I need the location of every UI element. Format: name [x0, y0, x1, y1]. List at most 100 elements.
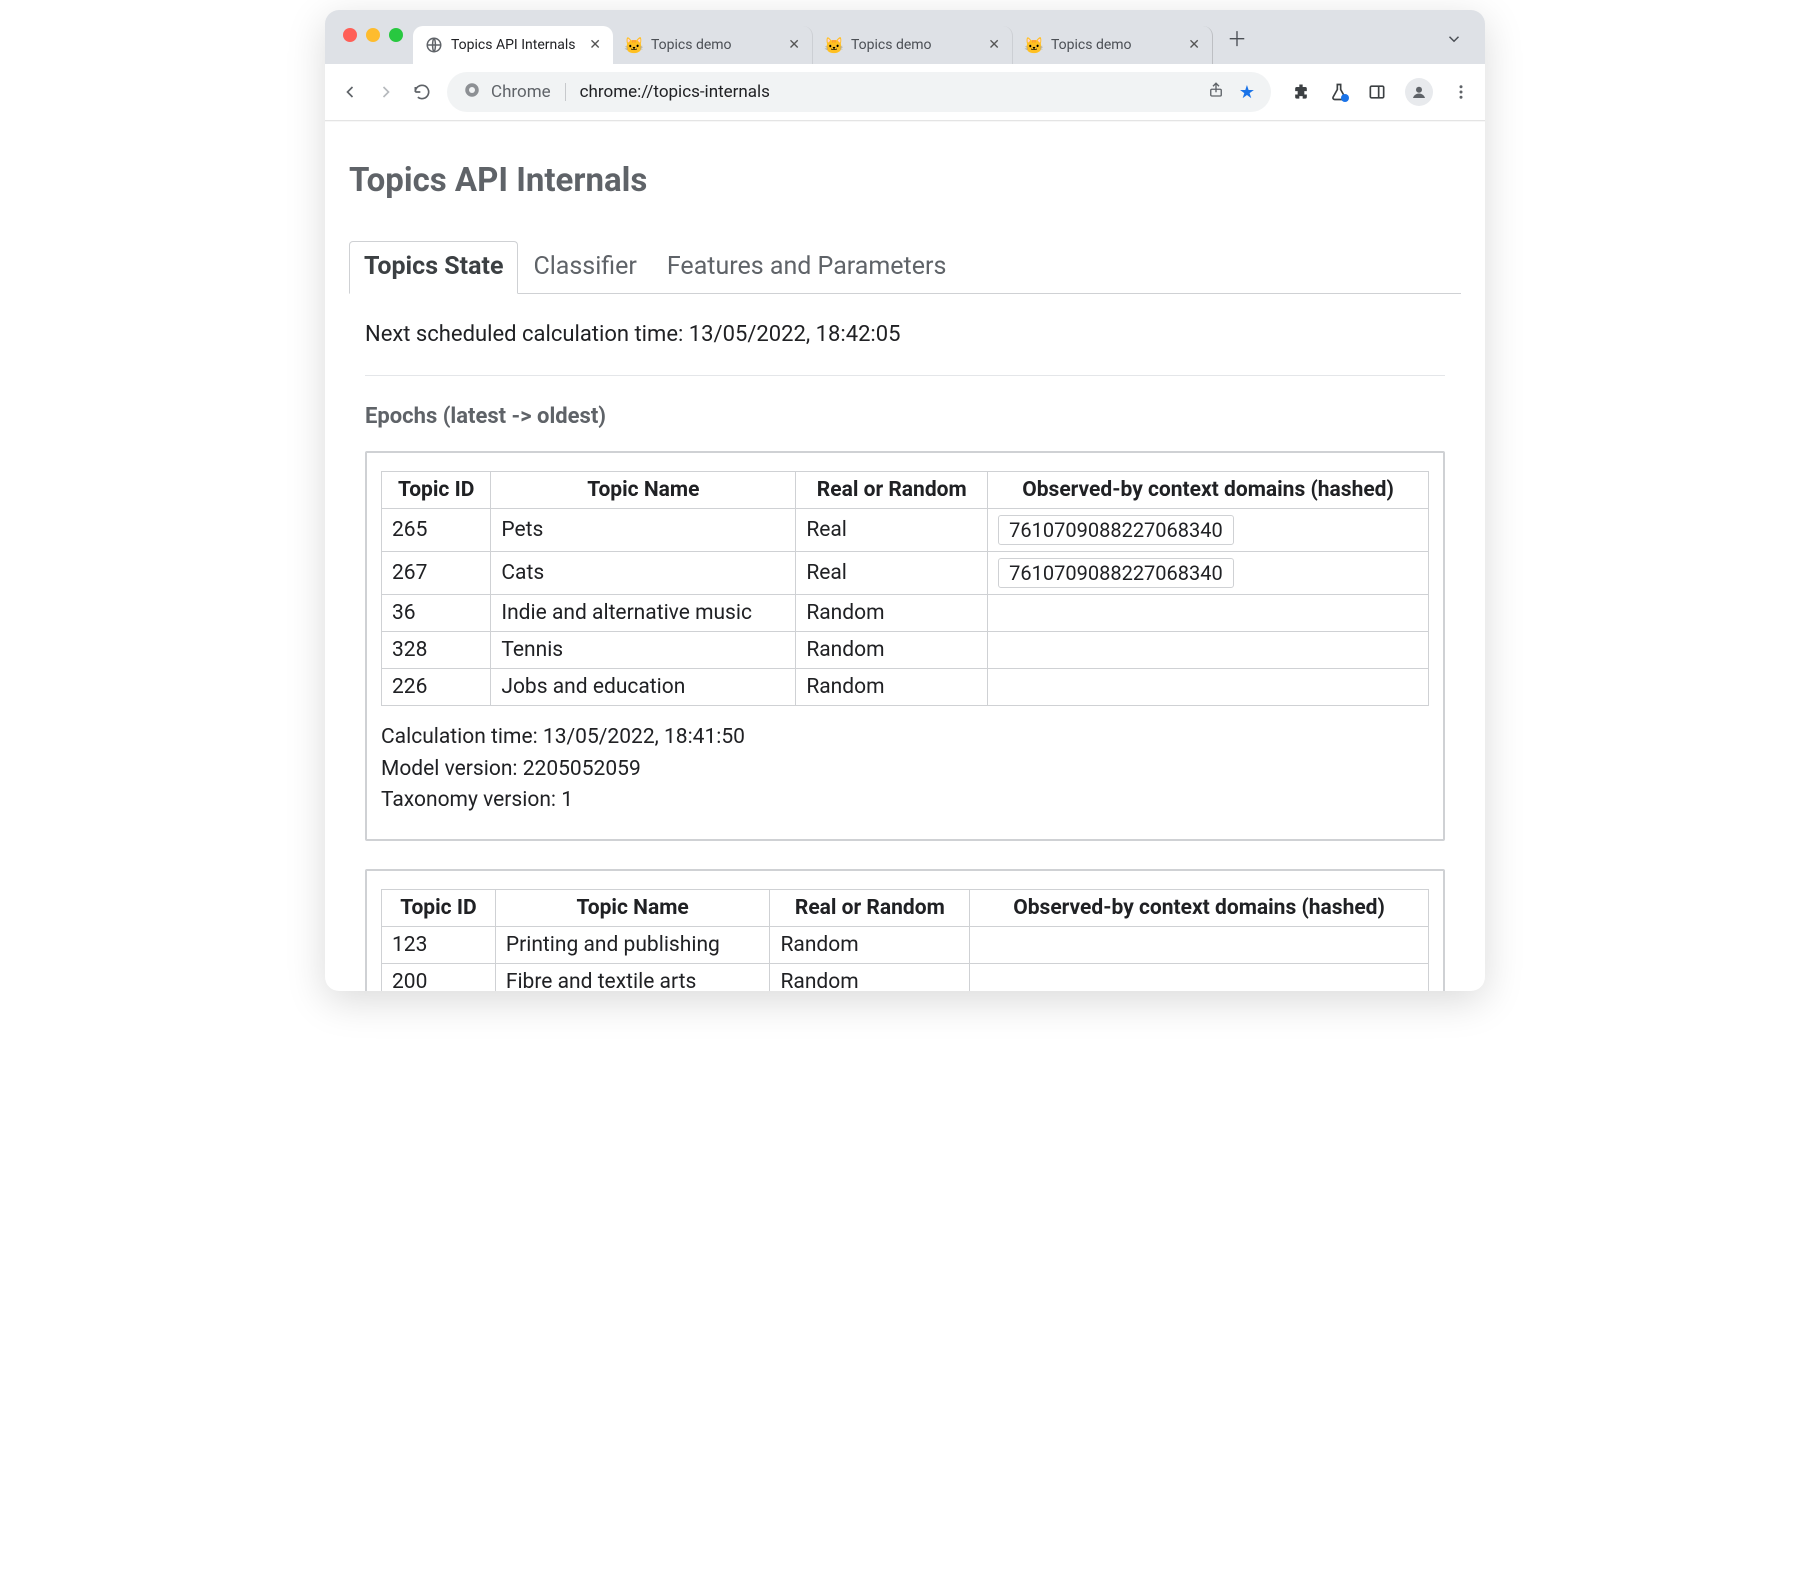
cell-topic-id: 226 — [382, 669, 491, 706]
cell-observed — [970, 926, 1429, 963]
globe-icon — [425, 36, 443, 54]
cell-topic-name: Cats — [491, 552, 796, 595]
browser-tab-title: Topics demo — [651, 37, 780, 53]
page-tabs: Topics State Classifier Features and Par… — [349, 240, 1461, 294]
browser-tab-2[interactable]: 🐱 Topics demo ✕ — [813, 26, 1013, 64]
close-icon[interactable]: ✕ — [589, 37, 601, 53]
cell-topic-id: 267 — [382, 552, 491, 595]
side-panel-icon[interactable] — [1367, 82, 1387, 102]
table-row: 226Jobs and educationRandom — [382, 669, 1429, 706]
address-scheme-label: Chrome — [491, 82, 551, 102]
next-calc-line: Next scheduled calculation time: 13/05/2… — [365, 322, 1445, 347]
next-calc-label: Next scheduled calculation time: — [365, 322, 683, 347]
extensions-icon[interactable] — [1291, 82, 1311, 102]
table-row: 265PetsReal7610709088227068340 — [382, 509, 1429, 552]
close-icon[interactable]: ✕ — [788, 37, 800, 53]
maximize-window-icon[interactable] — [389, 28, 403, 42]
hash-value: 7610709088227068340 — [998, 515, 1234, 545]
epoch-table: Topic ID Topic Name Real or Random Obser… — [381, 889, 1429, 992]
cell-topic-id: 265 — [382, 509, 491, 552]
tab-topics-state[interactable]: Topics State — [349, 241, 518, 294]
cell-real-random: Random — [770, 963, 970, 991]
cell-observed — [988, 669, 1429, 706]
cell-observed — [970, 963, 1429, 991]
cell-topic-id: 328 — [382, 632, 491, 669]
cell-real-random: Random — [770, 926, 970, 963]
close-window-icon[interactable] — [343, 28, 357, 42]
browser-tab-title: Topics demo — [1051, 37, 1180, 53]
epoch-box: Topic ID Topic Name Real or Random Obser… — [365, 451, 1445, 841]
cell-real-random: Random — [796, 595, 988, 632]
labs-icon[interactable] — [1329, 82, 1349, 102]
col-topic-id: Topic ID — [382, 889, 496, 926]
table-row: 123Printing and publishingRandom — [382, 926, 1429, 963]
cell-real-random: Real — [796, 552, 988, 595]
share-icon[interactable] — [1207, 81, 1225, 103]
tab-features[interactable]: Features and Parameters — [652, 241, 962, 294]
toolbar: Chrome chrome://topics-internals ★ — [325, 64, 1485, 121]
cat-icon: 🐱 — [1025, 36, 1043, 54]
epoch-table: Topic ID Topic Name Real or Random Obser… — [381, 471, 1429, 706]
table-row: 200Fibre and textile artsRandom — [382, 963, 1429, 991]
cell-real-random: Random — [796, 632, 988, 669]
menu-icon[interactable] — [1451, 82, 1471, 102]
window-controls — [337, 28, 413, 56]
epoch-box: Topic ID Topic Name Real or Random Obser… — [365, 869, 1445, 992]
calc-time-value: 13/05/2022, 18:41:50 — [543, 725, 745, 749]
cell-topic-name: Fibre and textile arts — [495, 963, 770, 991]
cell-observed: 7610709088227068340 — [988, 509, 1429, 552]
model-version-value: 2205052059 — [523, 757, 641, 781]
browser-tab-title: Topics demo — [851, 37, 980, 53]
col-observed: Observed-by context domains (hashed) — [970, 889, 1429, 926]
col-observed: Observed-by context domains (hashed) — [988, 472, 1429, 509]
table-row: 36Indie and alternative musicRandom — [382, 595, 1429, 632]
taxonomy-value: 1 — [561, 788, 573, 812]
cell-topic-name: Pets — [491, 509, 796, 552]
browser-tab-0[interactable]: Topics API Internals ✕ — [413, 26, 613, 64]
address-bar[interactable]: Chrome chrome://topics-internals ★ — [447, 72, 1271, 112]
page-title: Topics API Internals — [349, 161, 1461, 200]
browser-tab-title: Topics API Internals — [451, 37, 581, 53]
tab-classifier[interactable]: Classifier — [518, 241, 651, 294]
back-button[interactable] — [339, 81, 361, 103]
minimize-window-icon[interactable] — [366, 28, 380, 42]
chrome-icon — [463, 81, 481, 104]
browser-tab-3[interactable]: 🐱 Topics demo ✕ — [1013, 26, 1213, 64]
cat-icon: 🐱 — [625, 36, 643, 54]
next-calc-value: 13/05/2022, 18:42:05 — [689, 322, 901, 347]
cell-observed — [988, 595, 1429, 632]
calc-time-label: Calculation time: — [381, 725, 538, 749]
new-tab-button[interactable]: ＋ — [1227, 29, 1247, 49]
cell-real-random: Random — [796, 669, 988, 706]
hash-value: 7610709088227068340 — [998, 558, 1234, 588]
reload-button[interactable] — [411, 81, 433, 103]
divider — [365, 375, 1445, 376]
col-real-random: Real or Random — [770, 889, 970, 926]
cell-topic-name: Indie and alternative music — [491, 595, 796, 632]
col-topic-id: Topic ID — [382, 472, 491, 509]
cell-topic-id: 123 — [382, 926, 496, 963]
close-icon[interactable]: ✕ — [1188, 37, 1200, 53]
col-topic-name: Topic Name — [495, 889, 770, 926]
cell-topic-name: Tennis — [491, 632, 796, 669]
address-separator — [565, 83, 566, 101]
epochs-heading: Epochs (latest -> oldest) — [365, 404, 1445, 429]
address-url: chrome://topics-internals — [580, 82, 770, 102]
close-icon[interactable]: ✕ — [988, 37, 1000, 53]
table-row: 328TennisRandom — [382, 632, 1429, 669]
table-row: 267CatsReal 7610709088227068340 — [382, 552, 1429, 595]
col-topic-name: Topic Name — [491, 472, 796, 509]
forward-button[interactable] — [375, 81, 397, 103]
col-real-random: Real or Random — [796, 472, 988, 509]
taxonomy-label: Taxonomy version: — [381, 788, 556, 812]
tab-overflow-icon[interactable] — [1445, 30, 1463, 52]
cell-observed — [988, 632, 1429, 669]
profile-avatar[interactable] — [1405, 78, 1433, 106]
browser-tab-1[interactable]: 🐱 Topics demo ✕ — [613, 26, 813, 64]
model-version-label: Model version: — [381, 757, 518, 781]
cat-icon: 🐱 — [825, 36, 843, 54]
cell-topic-name: Jobs and education — [491, 669, 796, 706]
bookmark-icon[interactable]: ★ — [1239, 82, 1255, 103]
cell-observed: 7610709088227068340 — [988, 552, 1429, 595]
cell-topic-id: 200 — [382, 963, 496, 991]
